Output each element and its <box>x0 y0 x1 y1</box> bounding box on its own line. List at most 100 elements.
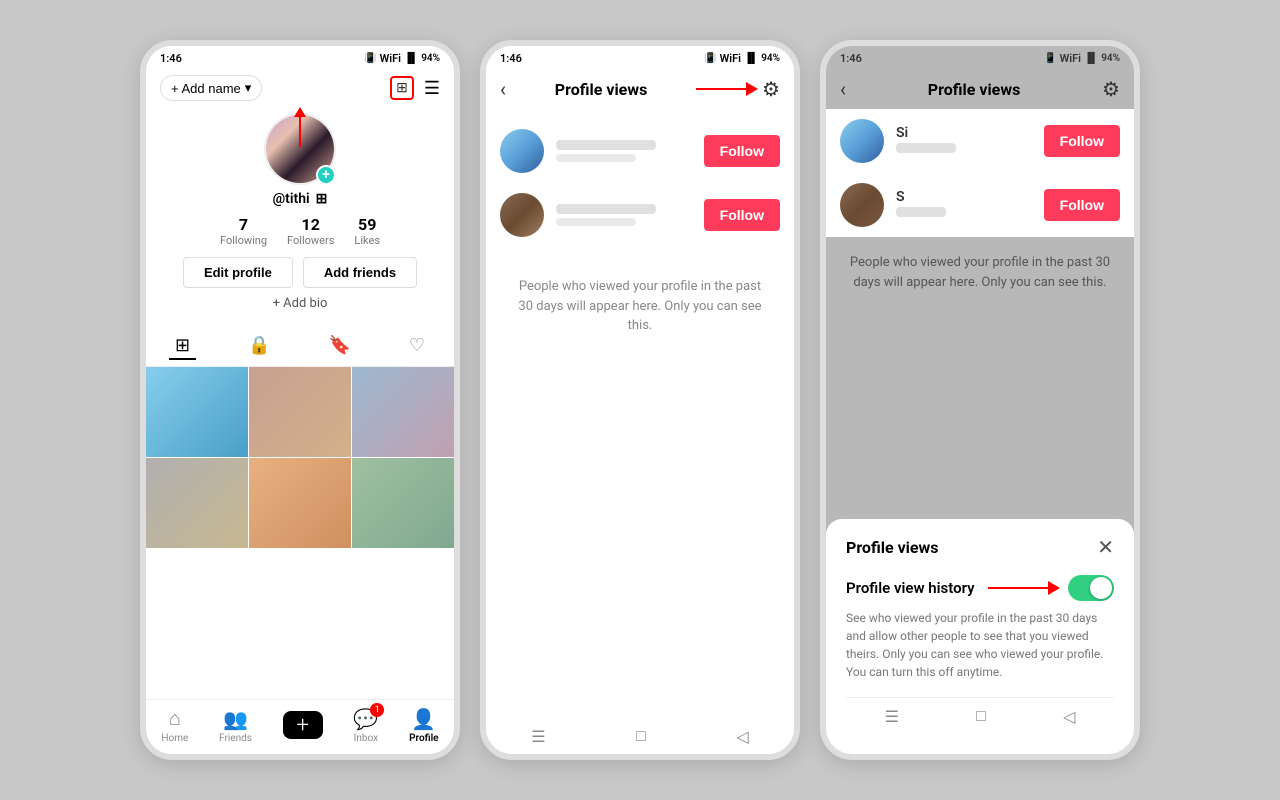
nav-create[interactable]: + <box>283 711 323 739</box>
user-name-partial-3: Si <box>896 125 1032 141</box>
toggle-knob <box>1090 577 1112 599</box>
nav-profile[interactable]: 👤 Profile <box>409 707 439 744</box>
tab-lock[interactable]: 🔒 <box>242 333 276 360</box>
likes-stat[interactable]: 59 Likes <box>354 215 380 247</box>
user-row-2: Follow <box>486 183 794 247</box>
android-back-icon[interactable]: ◁ <box>736 727 748 746</box>
status-icons-2: 📳 WiFi ▐▌ 94% <box>704 52 780 65</box>
user-avatar-3 <box>840 119 884 163</box>
username-text: @tithi <box>273 191 310 207</box>
profile-icon: 👤 <box>411 707 436 731</box>
create-button[interactable]: + <box>283 711 323 739</box>
edit-profile-button[interactable]: Edit profile <box>183 257 293 288</box>
menu-icon[interactable]: ☰ <box>424 78 440 99</box>
followers-label: Followers <box>287 234 334 247</box>
arrow-shaft <box>299 117 301 147</box>
grid-item-4[interactable] <box>146 458 248 548</box>
status-icons-1: 📳 WiFi ▐▌ 94% <box>364 52 440 65</box>
nav-inbox[interactable]: 💬 1 Inbox <box>353 707 378 744</box>
grid-item-6[interactable] <box>352 458 454 548</box>
grid-item-5[interactable] <box>249 458 351 548</box>
status-bar-2: 1:46 📳 WiFi ▐▌ 94% <box>486 46 794 69</box>
tab-bookmark[interactable]: 🔖 <box>322 333 356 360</box>
following-count: 7 <box>239 215 248 234</box>
friends-label: Friends <box>219 733 252 744</box>
android-home-icon[interactable]: □ <box>636 726 646 746</box>
battery-3: 94% <box>1101 53 1120 64</box>
user-info-1 <box>556 140 692 162</box>
arrow-head-up <box>294 107 306 117</box>
likes-count: 59 <box>358 215 376 234</box>
user-list-3: Si Follow S Follow <box>826 109 1134 237</box>
grid-item-3[interactable] <box>352 367 454 457</box>
user-name-blur-4 <box>896 207 946 217</box>
toggle-arrow-head <box>1048 581 1060 595</box>
android-menu-icon-3[interactable]: ☰ <box>885 707 899 726</box>
header-icons: ⊞ ☰ <box>390 76 440 100</box>
android-home-icon-3[interactable]: □ <box>976 706 986 726</box>
inbox-icon: 💬 1 <box>353 707 378 731</box>
user-info-4: S <box>896 189 1032 221</box>
follow-button-4[interactable]: Follow <box>1044 189 1120 221</box>
following-stat[interactable]: 7 Following <box>220 215 267 247</box>
follow-button-2[interactable]: Follow <box>704 199 780 231</box>
back-button-3[interactable]: ‹ <box>840 77 846 101</box>
follow-button-3[interactable]: Follow <box>1044 125 1120 157</box>
wifi-icon: WiFi <box>380 52 401 65</box>
plus-icon: + <box>296 713 308 738</box>
friends-icon: 👥 <box>223 707 248 731</box>
status-bar-3: 1:46 📳 WiFi ▐▌ 94% <box>826 46 1134 69</box>
add-name-button[interactable]: + Add name ▾ <box>160 75 262 101</box>
toggle-label: Profile view history <box>846 579 975 597</box>
add-photo-button[interactable]: + <box>316 165 336 185</box>
user-name-blur-3 <box>896 143 956 153</box>
follow-button-1[interactable]: Follow <box>704 135 780 167</box>
modal-close-button[interactable]: ✕ <box>1097 535 1114 559</box>
profile-tabs: ⊞ 🔒 🔖 ♡ <box>146 323 454 367</box>
page-title-3: Profile views <box>928 80 1021 99</box>
user-avatar-4 <box>840 183 884 227</box>
vibrate-icon: 📳 <box>364 53 376 64</box>
vibrate-icon-3: 📳 <box>1044 53 1056 64</box>
user-row-4: S Follow <box>826 173 1134 237</box>
user-row-1: Follow <box>486 119 794 183</box>
page-header-2: ‹ Profile views ⚙ <box>486 69 794 109</box>
tab-heart[interactable]: ♡ <box>403 333 431 360</box>
nav-friends[interactable]: 👥 Friends <box>219 707 252 744</box>
page-title-2: Profile views <box>555 80 648 99</box>
android-menu-icon[interactable]: ☰ <box>531 727 545 746</box>
inbox-label: Inbox <box>354 733 378 744</box>
profile-view-toggle[interactable] <box>1068 575 1114 601</box>
time-1: 1:46 <box>160 52 182 65</box>
followers-count: 12 <box>302 215 320 234</box>
phone-1: 1:46 📳 WiFi ▐▌ 94% + Add name ▾ ⊞ ☰ <box>140 40 460 760</box>
followers-stat[interactable]: 12 Followers <box>287 215 334 247</box>
username-row: @tithi ⊞ <box>273 191 328 207</box>
qr-code-icon[interactable]: ⊞ <box>316 191 328 207</box>
grid-item-2[interactable] <box>249 367 351 457</box>
bottom-nav: ⌂ Home 👥 Friends + 💬 1 Inbox 👤 Profile <box>146 699 454 754</box>
toggle-arrow-line <box>988 587 1048 589</box>
profile-label: Profile <box>409 733 439 744</box>
status-bar-1: 1:46 📳 WiFi ▐▌ 94% <box>146 46 454 69</box>
tab-grid[interactable]: ⊞ <box>169 333 196 360</box>
arrow-head <box>746 82 758 96</box>
add-friends-button[interactable]: Add friends <box>303 257 417 288</box>
action-buttons: Edit profile Add friends <box>183 257 417 288</box>
likes-label: Likes <box>354 234 380 247</box>
home-icon: ⌂ <box>169 706 181 731</box>
gear-button-3[interactable]: ⚙ <box>1102 77 1120 101</box>
modal-title: Profile views <box>846 538 939 557</box>
user-name-blur-2 <box>556 204 656 214</box>
android-back-icon-3[interactable]: ◁ <box>1063 707 1075 726</box>
grid-item-1[interactable] <box>146 367 248 457</box>
vibrate-icon-2: 📳 <box>704 53 716 64</box>
profile-views-qr-button[interactable]: ⊞ <box>390 76 414 100</box>
back-button-2[interactable]: ‹ <box>500 77 506 101</box>
home-label: Home <box>161 733 188 744</box>
modal-toggle-row: Profile view history <box>846 575 1114 601</box>
add-bio-link[interactable]: + Add bio <box>273 296 328 311</box>
gear-button-2[interactable]: ⚙ <box>762 77 780 101</box>
following-label: Following <box>220 234 267 247</box>
nav-home[interactable]: ⌂ Home <box>161 706 188 744</box>
